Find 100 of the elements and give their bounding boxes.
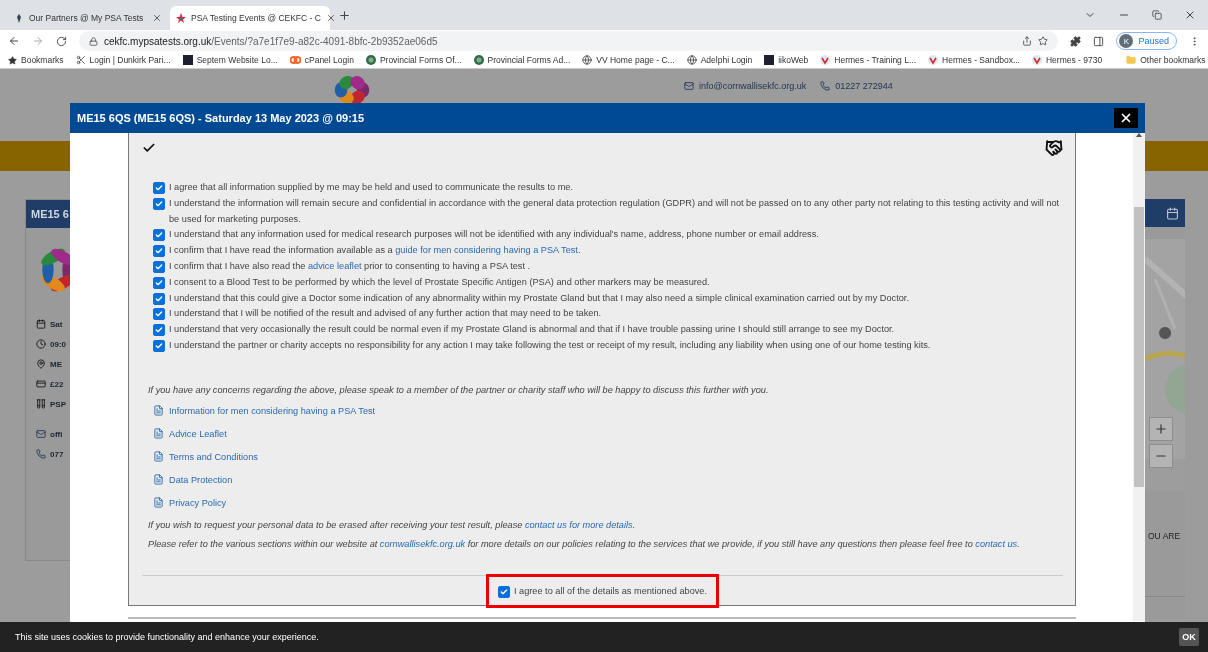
phone-link[interactable]: 01227 272944 — [820, 81, 893, 91]
emblem-icon — [473, 55, 484, 65]
restore-icon[interactable] — [1152, 9, 1162, 21]
concerns-text: If you have any concerns regarding the above, please speak to a member of the partner or charity staff who will be happy to discuss this further with you. — [147, 384, 770, 395]
consent-text: I understand that I will be notified of the result and advised of any further action that may need to be taken. — [169, 307, 602, 321]
checkbox[interactable] — [153, 324, 165, 337]
document-icon — [153, 497, 164, 509]
document-link[interactable]: Privacy Policy — [153, 495, 1063, 510]
checkbox[interactable] — [497, 585, 510, 598]
document-link[interactable]: Information for men considering having a PSA Test — [153, 403, 1063, 418]
globe-icon — [582, 55, 593, 65]
puzzle-icon[interactable] — [1070, 35, 1082, 47]
v-mark-icon — [820, 55, 831, 65]
scrollbar[interactable] — [1133, 133, 1145, 621]
checkbox[interactable] — [153, 182, 165, 194]
event-detail: PSP — [26, 394, 70, 414]
bookmark[interactable]: Provincial Forms Of... — [365, 55, 462, 65]
link[interactable]: guide for men considering having a PSA Test — [395, 245, 578, 256]
dialog-title: ME15 6QS (ME15 6QS) - Saturday 13 May 2023 @ 09:15 — [77, 112, 365, 124]
bookmark[interactable]: cPanel Login — [289, 55, 354, 65]
browser-tab[interactable]: Our Partners @ My PSA Tests — [8, 6, 168, 30]
bookmark[interactable]: Provincial Forms Ad... — [473, 55, 571, 65]
address-bar[interactable]: cekfc.mypsatests.org.uk/Events/?a7e1f7e9-a82c-4091-8bfc-2b9352ae06d5 — [79, 31, 1059, 51]
document-link[interactable]: Terms and Conditions — [153, 449, 1063, 464]
star-icon — [176, 13, 186, 23]
bookmark[interactable]: Hermes - Sandbox... — [928, 55, 1020, 65]
document-icon — [153, 474, 164, 486]
bookmark[interactable]: Adelphi Login — [686, 55, 753, 65]
bookmark[interactable]: Hermes - 9730 — [1032, 55, 1103, 65]
share-icon[interactable] — [1022, 36, 1033, 46]
close-button[interactable] — [1114, 108, 1138, 128]
checkbox[interactable] — [153, 245, 165, 258]
consent-text: I agree that all information supplied by me may be held and used to communicate the results to me. — [169, 181, 573, 194]
close-icon — [1119, 111, 1133, 125]
consent-text: I understand the partner or charity accepts no responsibility for any action I may take following the test or receipt of my result, including any liability when using one of our home testing kits. — [169, 338, 931, 352]
checkbox[interactable] — [153, 276, 165, 289]
consent-text: I consent to a Blood Test to be performed by which the level of Prostate Specific Antigen (PSA) and other markers may be measured. — [169, 275, 710, 289]
map-pin-icon — [36, 359, 46, 369]
checkbox[interactable] — [153, 229, 165, 242]
document-link[interactable]: Advice Leaflet — [153, 426, 1063, 441]
event-detail: 077 — [26, 444, 70, 464]
zoom-out-button[interactable] — [1149, 444, 1173, 468]
back-icon[interactable] — [8, 35, 20, 47]
event-detail: Sat — [26, 314, 70, 334]
bookmark[interactable]: Bookmarks — [8, 55, 64, 65]
email-link[interactable]: info@cornwallisekfc.org.uk — [684, 81, 807, 91]
close-icon[interactable] — [325, 13, 336, 23]
side-panel-icon[interactable] — [1093, 35, 1105, 47]
checkbox[interactable] — [153, 308, 165, 321]
checkbox[interactable] — [153, 197, 165, 210]
close-icon[interactable] — [1184, 9, 1196, 21]
star-icon — [8, 55, 17, 65]
checkbox[interactable] — [153, 292, 165, 305]
zoom-in-button[interactable] — [1149, 417, 1173, 441]
bookmark[interactable]: iikoWeb — [764, 55, 809, 65]
figure-icon — [14, 13, 24, 23]
phone-icon — [36, 449, 46, 459]
note-text: Please refer to the various sections within our website at cornwallisekfc.org.uk for more details on our policies relating to the services that we provide, if you still have any questions then please feel free to contact us. — [147, 538, 1021, 549]
emblem-icon — [365, 55, 376, 65]
star-icon[interactable] — [1038, 36, 1049, 46]
app-icon — [764, 55, 775, 65]
phone-icon — [820, 81, 831, 91]
event-detail: ME — [26, 354, 70, 374]
notice-text: OU ARE — [1147, 531, 1182, 541]
cpanel-icon — [289, 56, 301, 64]
ok-button[interactable]: OK — [1179, 628, 1199, 646]
clock-icon — [36, 339, 46, 349]
folder-icon — [1126, 55, 1137, 65]
bookmark-folder[interactable]: Other bookmarks — [1126, 55, 1206, 65]
link[interactable]: contact us for more details — [524, 519, 633, 530]
consent-text: I understand that any information used for medical research purposes will not be identified with any individual's name, address, phone number or email address. — [169, 228, 819, 242]
close-icon[interactable] — [152, 13, 162, 23]
link[interactable]: cornwallisekfc.org.uk — [379, 538, 466, 549]
consent-text: I understand that this could give a Doctor some indication of any abnormality within my Prostate Gland but that I may also need a simple clinical examination carried out by my Doctor. — [169, 291, 909, 305]
lock-icon — [89, 36, 98, 46]
consent-text: I understand that very occasionally the result could be normal even if my Prostate Gland is abnormal and that if I have trouble passing urine I should still arrange to see my Doctor. — [169, 323, 895, 337]
globe-icon — [686, 55, 697, 65]
bookmark[interactable]: Login | Dunkirk Pari... — [75, 55, 171, 65]
cookie-text: This site uses cookies to provide functionality and enhance your experience. — [15, 632, 319, 642]
event-detail: 09:0 — [26, 334, 70, 354]
v-mark-icon — [1032, 55, 1042, 65]
bookmark[interactable]: Septem Website Lo... — [182, 55, 278, 65]
checkbox[interactable] — [153, 261, 165, 273]
document-icon — [153, 428, 164, 440]
document-link[interactable]: Data Protection — [153, 472, 1063, 487]
reload-icon[interactable] — [56, 35, 67, 47]
handshake-icon — [1045, 139, 1063, 157]
link[interactable]: advice leaflet — [307, 261, 362, 271]
checkbox[interactable] — [153, 339, 165, 352]
bookmark[interactable]: VV Home page - C... — [582, 55, 675, 65]
bookmark[interactable]: Hermes - Training L... — [820, 55, 917, 65]
document-icon — [153, 451, 164, 463]
new-tab-icon[interactable] — [338, 8, 351, 22]
calendar-icon[interactable] — [1166, 206, 1179, 220]
card-icon — [36, 379, 46, 389]
agree-checkbox[interactable]: I agree to all of the details as mentioned above. — [485, 573, 720, 608]
consent-text: I confirm that I have also read the advice leaflet prior to consenting to having a PSA test . — [169, 260, 531, 273]
note-text: If you wish to request your personal data to be erased after receiving your test result, please contact us for more details. — [147, 519, 637, 530]
consent-text: I understand the information will remain secure and confidential in accordance with the general data protection regulation (GDPR) and will not be passed on to any other party not relating to this testing activity and will not be used for marketing purposes. — [169, 196, 1061, 226]
event-detail: offi — [26, 424, 70, 444]
